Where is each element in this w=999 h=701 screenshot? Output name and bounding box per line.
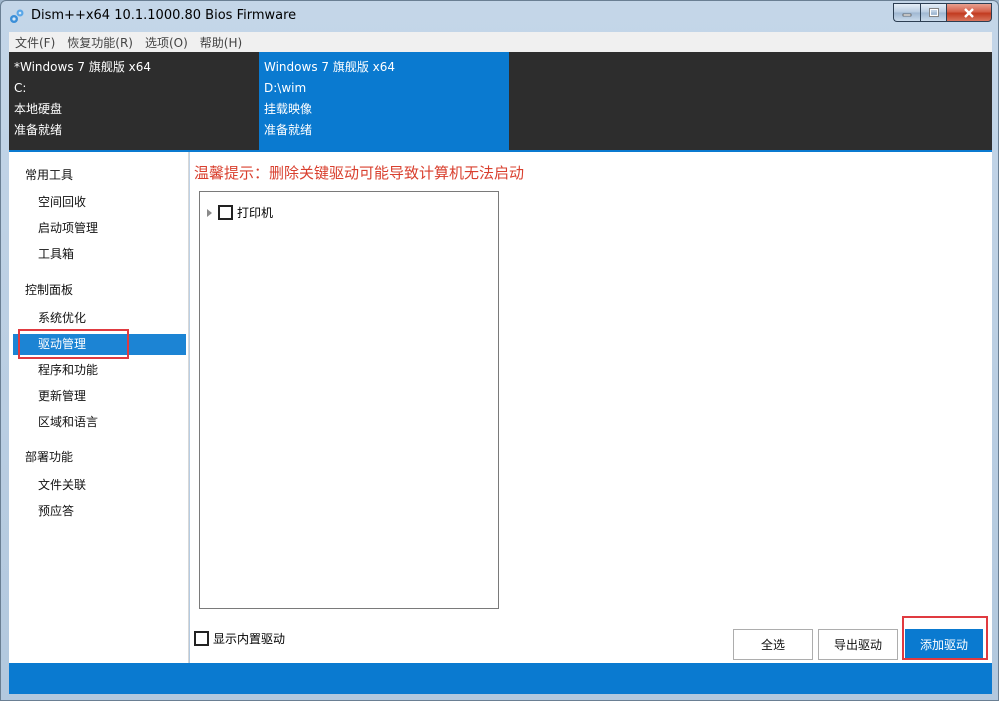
image-selector-bar: *Windows 7 旗舰版 x64 C: 本地硬盘 准备就绪 Windows …	[9, 52, 992, 150]
sidebar-item-unattend[interactable]: 预应答	[13, 501, 186, 522]
image-status: 准备就绪	[14, 123, 63, 137]
sidebar-item-system-optimize[interactable]: 系统优化	[13, 308, 186, 329]
gears-icon	[10, 9, 24, 23]
sidebar-item-programs[interactable]: 程序和功能	[13, 360, 186, 381]
title-bar[interactable]: Dism++x64 10.1.1000.80 Bios Firmware	[1, 1, 998, 31]
window-title: Dism++x64 10.1.1000.80 Bios Firmware	[31, 8, 297, 23]
show-builtin-toggle[interactable]: 显示内置驱动	[194, 630, 285, 647]
menu-options[interactable]: 选项(O)	[145, 34, 188, 51]
driver-panel: 温馨提示：删除关键驱动可能导致计算机无法启动 打印机 显示内置驱动 全选 导出驱…	[190, 152, 992, 663]
sidebar-item-file-assoc[interactable]: 文件关联	[13, 475, 186, 496]
close-button[interactable]	[946, 3, 992, 22]
sidebar-group-control-panel: 控制面板	[25, 283, 74, 297]
menu-file[interactable]: 文件(F)	[15, 34, 55, 51]
app-window: Dism++x64 10.1.1000.80 Bios Firmware 文件(…	[0, 0, 999, 701]
tree-item-printer[interactable]: 打印机	[207, 204, 273, 221]
sidebar-item-updates[interactable]: 更新管理	[13, 386, 186, 407]
show-builtin-label: 显示内置驱动	[213, 632, 286, 646]
highlight-box	[18, 329, 129, 359]
close-icon	[964, 7, 974, 18]
maximize-icon	[928, 8, 939, 17]
expand-arrow-icon[interactable]	[207, 208, 212, 217]
image-status: 准备就绪	[264, 123, 313, 137]
maximize-button[interactable]	[920, 3, 946, 22]
sidebar-item-region-language[interactable]: 区域和语言	[13, 412, 186, 433]
show-builtin-checkbox[interactable]	[194, 631, 209, 646]
sidebar: 常用工具 空间回收 启动项管理 工具箱 控制面板 系统优化 驱动管理 程序和功能…	[9, 152, 189, 663]
sidebar-item-space-reclaim[interactable]: 空间回收	[13, 192, 186, 213]
driver-tree[interactable]: 打印机	[199, 191, 499, 609]
minimize-icon	[902, 13, 912, 16]
status-bar	[9, 663, 992, 694]
minimize-button[interactable]	[893, 3, 920, 22]
image-card-mounted[interactable]: Windows 7 旗舰版 x64 D:\wim 挂载映像 准备就绪	[259, 52, 509, 150]
menu-bar: 文件(F) 恢复功能(R) 选项(O) 帮助(H)	[9, 32, 992, 52]
image-path: D:\wim	[264, 81, 307, 95]
tree-item-label: 打印机	[237, 206, 274, 220]
export-driver-button[interactable]: 导出驱动	[818, 629, 898, 660]
highlight-box	[902, 616, 988, 660]
sidebar-item-startup[interactable]: 启动项管理	[13, 218, 186, 239]
sidebar-group-common-tools: 常用工具	[25, 168, 74, 182]
menu-restore[interactable]: 恢复功能(R)	[67, 34, 133, 51]
sidebar-item-toolbox[interactable]: 工具箱	[13, 244, 186, 265]
image-type: 本地硬盘	[14, 102, 63, 116]
image-name: *Windows 7 旗舰版 x64	[14, 60, 152, 74]
image-type: 挂载映像	[264, 102, 313, 116]
warning-text: 温馨提示：删除关键驱动可能导致计算机无法启动	[194, 164, 525, 182]
window-controls	[893, 3, 992, 22]
image-path: C:	[14, 81, 27, 95]
select-all-button[interactable]: 全选	[733, 629, 813, 660]
sidebar-group-deploy: 部署功能	[25, 450, 74, 464]
menu-help[interactable]: 帮助(H)	[200, 34, 242, 51]
tree-item-checkbox[interactable]	[218, 205, 233, 220]
image-card-local[interactable]: *Windows 7 旗舰版 x64 C: 本地硬盘 准备就绪	[9, 52, 259, 150]
image-name: Windows 7 旗舰版 x64	[264, 60, 396, 74]
